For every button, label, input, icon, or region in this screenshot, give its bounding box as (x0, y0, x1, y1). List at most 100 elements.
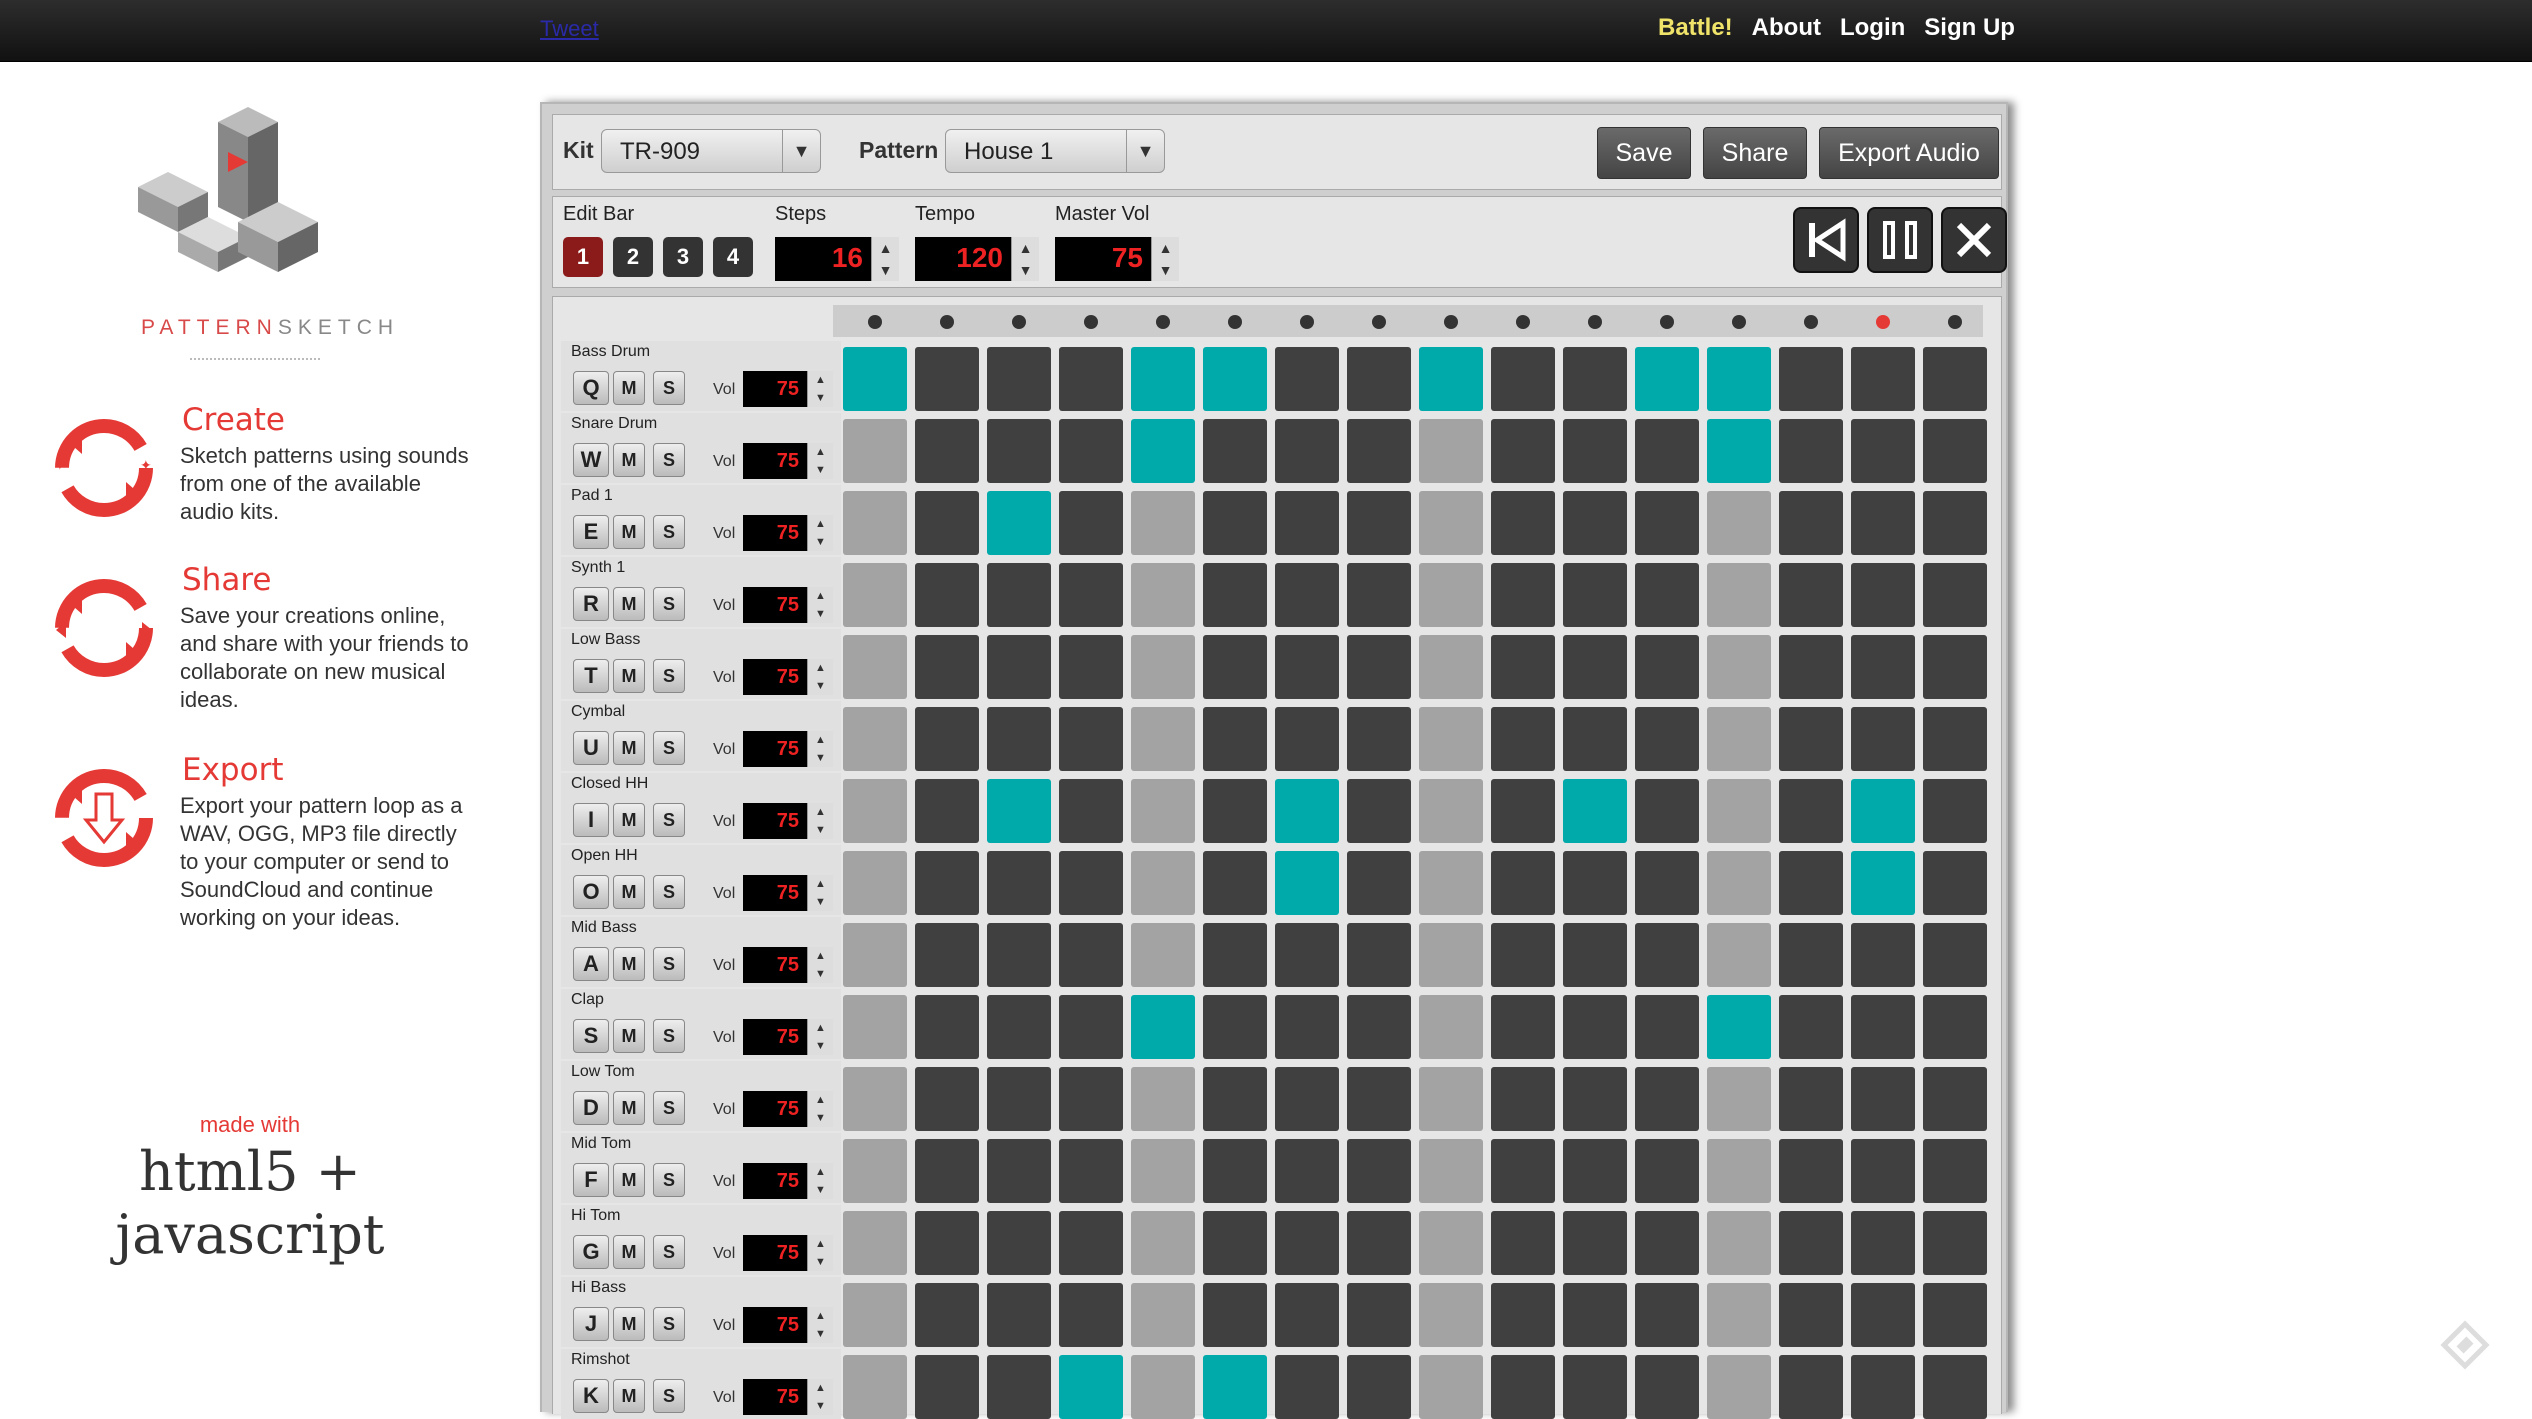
arrow-up-icon[interactable]: ▲ (808, 515, 833, 533)
solo-button[interactable]: S (653, 587, 685, 621)
arrow-up-icon[interactable]: ▲ (808, 1163, 833, 1181)
arrow-up-icon[interactable]: ▲ (808, 875, 833, 893)
track-vol-stepper[interactable]: 75 ▲ ▼ (743, 443, 833, 479)
stepper-arrows[interactable]: ▲ ▼ (871, 237, 899, 281)
step-cell[interactable] (1707, 1283, 1771, 1347)
step-cell[interactable] (1419, 419, 1483, 483)
step-cell[interactable] (1851, 995, 1915, 1059)
arrow-up-icon[interactable]: ▲ (808, 659, 833, 677)
track-key-button[interactable]: R (573, 587, 609, 621)
step-cell[interactable] (1419, 1283, 1483, 1347)
arrow-down-icon[interactable]: ▼ (808, 1325, 833, 1343)
step-cell[interactable] (1347, 779, 1411, 843)
mute-button[interactable]: M (613, 371, 645, 405)
step-cell[interactable] (1059, 707, 1123, 771)
step-cell[interactable] (1419, 1067, 1483, 1131)
step-cell[interactable] (1419, 923, 1483, 987)
track-key-button[interactable]: A (573, 947, 609, 981)
tag-icon[interactable] (2440, 1320, 2490, 1370)
step-cell[interactable] (1347, 347, 1411, 411)
step-cell[interactable] (915, 779, 979, 843)
step-cell[interactable] (1347, 563, 1411, 627)
step-cell[interactable] (1491, 491, 1555, 555)
step-cell[interactable] (1851, 1067, 1915, 1131)
step-cell-active[interactable] (987, 491, 1051, 555)
step-cell[interactable] (1491, 1211, 1555, 1275)
track-vol-stepper[interactable]: 75 ▲ ▼ (743, 371, 833, 407)
arrow-down-icon[interactable]: ▼ (808, 1253, 833, 1271)
step-cell[interactable] (1635, 419, 1699, 483)
track-key-button[interactable]: D (573, 1091, 609, 1125)
step-cell[interactable] (1203, 1067, 1267, 1131)
step-cell-active[interactable] (843, 347, 907, 411)
track-vol-stepper[interactable]: 75 ▲ ▼ (743, 1235, 833, 1271)
step-cell[interactable] (1635, 491, 1699, 555)
step-cell[interactable] (1131, 1139, 1195, 1203)
step-cell[interactable] (1923, 635, 1987, 699)
arrow-down-icon[interactable]: ▼ (808, 533, 833, 551)
step-cell[interactable] (1923, 1067, 1987, 1131)
step-cell[interactable] (1851, 1139, 1915, 1203)
mute-button[interactable]: M (613, 515, 645, 549)
step-cell[interactable] (1419, 635, 1483, 699)
step-cell[interactable] (1347, 707, 1411, 771)
step-cell[interactable] (1779, 1283, 1843, 1347)
arrow-down-icon[interactable]: ▼ (808, 605, 833, 623)
step-cell[interactable] (1059, 635, 1123, 699)
track-key-button[interactable]: O (573, 875, 609, 909)
nav-login[interactable]: Login (1840, 14, 1905, 42)
step-cell[interactable] (1275, 491, 1339, 555)
step-cell[interactable] (915, 635, 979, 699)
step-cell[interactable] (1491, 851, 1555, 915)
step-cell[interactable] (1131, 707, 1195, 771)
step-cell[interactable] (915, 563, 979, 627)
step-cell[interactable] (1707, 1211, 1771, 1275)
arrow-up-icon[interactable]: ▲ (808, 443, 833, 461)
step-cell[interactable] (1779, 1067, 1843, 1131)
step-cell[interactable] (1347, 1139, 1411, 1203)
step-cell[interactable] (1131, 779, 1195, 843)
step-cell-active[interactable] (1707, 995, 1771, 1059)
arrow-up-icon[interactable]: ▲ (808, 731, 833, 749)
step-cell[interactable] (1347, 635, 1411, 699)
step-cell-active[interactable] (1419, 347, 1483, 411)
step-cell[interactable] (1131, 1355, 1195, 1419)
stepper-arrows[interactable]: ▲ ▼ (807, 731, 833, 767)
mute-button[interactable]: M (613, 1235, 645, 1269)
step-cell[interactable] (1779, 419, 1843, 483)
step-cell[interactable] (1635, 995, 1699, 1059)
step-cell[interactable] (1419, 1139, 1483, 1203)
step-cell[interactable] (1851, 1283, 1915, 1347)
step-cell[interactable] (1635, 851, 1699, 915)
step-cell[interactable] (987, 419, 1051, 483)
step-cell[interactable] (1419, 995, 1483, 1059)
step-cell[interactable] (1347, 419, 1411, 483)
step-cell[interactable] (843, 851, 907, 915)
step-cell[interactable] (1707, 779, 1771, 843)
track-key-button[interactable]: E (573, 515, 609, 549)
step-cell[interactable] (915, 1139, 979, 1203)
track-key-button[interactable]: U (573, 731, 609, 765)
step-cell[interactable] (1203, 707, 1267, 771)
step-cell[interactable] (915, 995, 979, 1059)
step-cell[interactable] (843, 419, 907, 483)
step-cell[interactable] (1419, 491, 1483, 555)
step-cell[interactable] (1851, 1355, 1915, 1419)
step-cell-active[interactable] (1851, 779, 1915, 843)
mute-button[interactable]: M (613, 731, 645, 765)
step-cell[interactable] (1059, 1283, 1123, 1347)
step-cell[interactable] (1203, 563, 1267, 627)
mute-button[interactable]: M (613, 1163, 645, 1197)
step-cell[interactable] (843, 1211, 907, 1275)
arrow-down-icon[interactable]: ▼ (1152, 259, 1179, 281)
arrow-up-icon[interactable]: ▲ (808, 371, 833, 389)
step-cell[interactable] (1779, 923, 1843, 987)
step-cell[interactable] (987, 1139, 1051, 1203)
arrow-down-icon[interactable]: ▼ (808, 1397, 833, 1415)
tweet-link[interactable]: Tweet (540, 16, 599, 42)
step-cell[interactable] (843, 707, 907, 771)
nav-about[interactable]: About (1752, 14, 1821, 42)
step-cell[interactable] (915, 1283, 979, 1347)
step-cell[interactable] (1563, 347, 1627, 411)
step-cell[interactable] (1131, 491, 1195, 555)
